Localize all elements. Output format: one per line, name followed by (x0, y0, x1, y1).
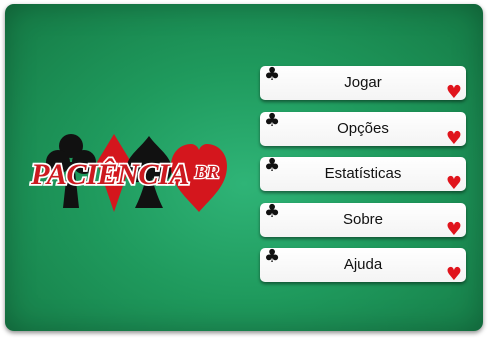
logo-suffix-text: BR (194, 162, 219, 182)
statistics-button[interactable]: ♣ Estatísticas ♥ (260, 157, 466, 194)
main-menu: ♣ Jogar ♥ ♣ Opções ♥ ♣ Estatísticas ♥ ♣ … (260, 66, 470, 294)
game-table: PACIÊNCIA BR ♣ Jogar ♥ ♣ Opções ♥ ♣ Esta… (5, 4, 483, 331)
about-button[interactable]: ♣ Sobre ♥ (260, 202, 466, 240)
heart-icon: ♥ (445, 264, 462, 285)
logo-main-text: PACIÊNCIA (30, 158, 189, 191)
options-button-label: Opções (337, 119, 389, 137)
play-button[interactable]: ♣ Jogar ♥ (260, 66, 466, 103)
heart-icon: ♥ (445, 127, 462, 149)
help-button-label: Ajuda (343, 256, 383, 273)
options-button[interactable]: ♣ Opções ♥ (260, 111, 466, 149)
heart-icon: ♥ (445, 82, 462, 103)
logo-wordmark: PACIÊNCIA BR (28, 156, 220, 193)
play-button-label: Jogar (344, 74, 382, 91)
game-logo: PACIÊNCIA BR (27, 128, 237, 218)
statistics-button-label: Estatísticas (324, 165, 402, 182)
heart-icon: ♥ (445, 218, 462, 240)
help-button[interactable]: ♣ Ajuda ♥ (260, 248, 466, 285)
heart-icon: ♥ (445, 173, 462, 194)
about-button-label: Sobre (342, 210, 384, 228)
